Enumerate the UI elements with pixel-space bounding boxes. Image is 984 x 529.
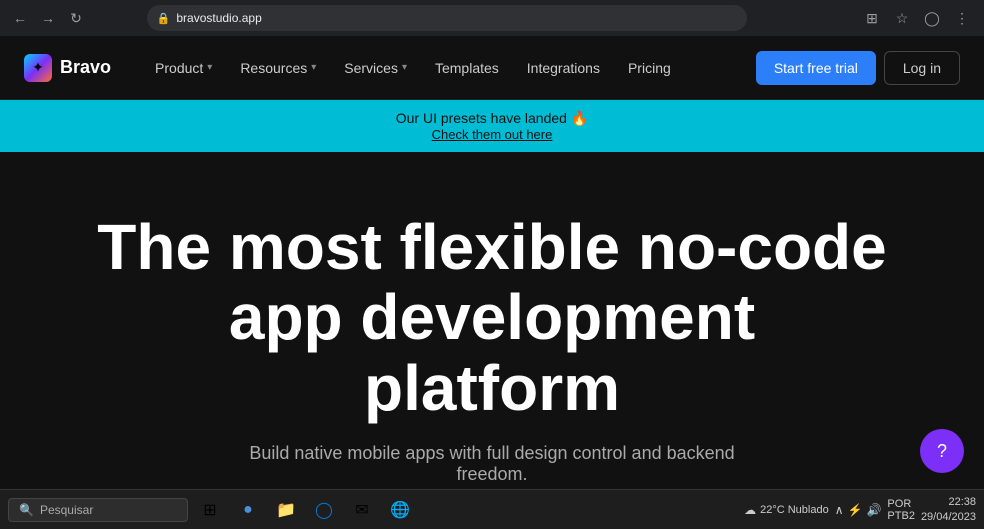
taskbar-language: POR PTB2 <box>887 498 915 522</box>
announcement-line1: Our UI presets have landed 🔥 <box>20 110 964 127</box>
login-button[interactable]: Log in <box>884 51 960 85</box>
help-button[interactable]: ? <box>920 429 964 473</box>
chevron-down-icon: ▾ <box>311 62 316 73</box>
taskbar-volume-icon[interactable]: 🔊 <box>866 503 881 517</box>
logo-icon: ✦ <box>24 54 52 82</box>
logo-link[interactable]: ✦ Bravo <box>24 54 111 82</box>
chevron-down-icon: ▾ <box>207 62 212 73</box>
taskbar-system: ☁ 22°C Nublado ∧ ⚡ 🔊 POR PTB2 22:38 29/0… <box>744 495 976 524</box>
taskbar-lang-text: POR PTB2 <box>887 498 915 522</box>
taskbar-weather-icon: ☁ <box>744 503 756 517</box>
browser-actions: ⊞ ☆ ◯ ⋮ <box>858 4 976 32</box>
taskbar-start-icon[interactable]: ⊞ <box>192 492 228 528</box>
taskbar-icons: ⊞ ● 📁 ◯ ✉ 🌐 <box>192 492 418 528</box>
taskbar-search[interactable]: 🔍 Pesquisar <box>8 498 188 522</box>
hero-section: The most flexible no-code app developmen… <box>0 152 984 529</box>
taskbar-weather-text: 22°C Nublado <box>760 504 829 516</box>
url-text: bravostudio.app <box>176 11 261 25</box>
extensions-button[interactable]: ⊞ <box>858 4 886 32</box>
more-button[interactable]: ⋮ <box>948 4 976 32</box>
page-content: ✦ Bravo Product ▾ Resources ▾ Services ▾… <box>0 36 984 529</box>
taskbar-tray: ☁ 22°C Nublado <box>744 503 829 517</box>
hero-subtitle: Build native mobile apps with full desig… <box>222 443 762 485</box>
announcement-line2: Check them out here <box>20 127 964 142</box>
taskbar-tray-icons: ∧ ⚡ 🔊 <box>835 503 882 517</box>
back-button[interactable]: ← <box>8 6 32 30</box>
reload-button[interactable]: ↻ <box>64 6 88 30</box>
taskbar-mail-icon[interactable]: ✉ <box>344 492 380 528</box>
taskbar-clock: 22:38 29/04/2023 <box>921 495 976 524</box>
nav-item-integrations[interactable]: Integrations <box>515 52 612 84</box>
navbar-actions: Start free trial Log in <box>756 51 960 85</box>
navbar-nav: Product ▾ Resources ▾ Services ▾ Templat… <box>143 52 756 84</box>
address-bar[interactable]: 🔒 bravostudio.app <box>147 5 747 31</box>
taskbar-file-explorer-icon[interactable]: 📁 <box>268 492 304 528</box>
nav-item-templates[interactable]: Templates <box>423 52 511 84</box>
search-icon: 🔍 <box>19 503 34 517</box>
logo-text: Bravo <box>60 57 111 78</box>
nav-item-resources[interactable]: Resources ▾ <box>228 52 328 84</box>
taskbar-browser-icon[interactable]: ● <box>230 492 266 528</box>
hero-title: The most flexible no-code app developmen… <box>92 212 892 423</box>
taskbar-app-icon[interactable]: 🌐 <box>382 492 418 528</box>
chevron-down-icon: ▾ <box>402 62 407 73</box>
taskbar-edge-icon[interactable]: ◯ <box>306 492 342 528</box>
nav-item-pricing[interactable]: Pricing <box>616 52 683 84</box>
nav-item-product[interactable]: Product ▾ <box>143 52 224 84</box>
announcement-banner[interactable]: Our UI presets have landed 🔥 Check them … <box>0 100 984 152</box>
browser-nav-buttons: ← → ↻ <box>8 6 88 30</box>
taskbar-up-arrow-icon[interactable]: ∧ <box>835 503 844 517</box>
start-trial-button[interactable]: Start free trial <box>756 51 876 85</box>
nav-item-services[interactable]: Services ▾ <box>332 52 419 84</box>
lock-icon: 🔒 <box>157 12 171 25</box>
taskbar-search-text: Pesquisar <box>40 503 93 517</box>
taskbar: 🔍 Pesquisar ⊞ ● 📁 ◯ ✉ 🌐 ☁ 22°C Nublado ∧… <box>0 489 984 529</box>
forward-button[interactable]: → <box>36 6 60 30</box>
browser-chrome: ← → ↻ 🔒 bravostudio.app ⊞ ☆ ◯ ⋮ <box>0 0 984 36</box>
profile-button[interactable]: ◯ <box>918 4 946 32</box>
bookmark-button[interactable]: ☆ <box>888 4 916 32</box>
navbar: ✦ Bravo Product ▾ Resources ▾ Services ▾… <box>0 36 984 100</box>
taskbar-network-icon[interactable]: ⚡ <box>848 503 863 517</box>
